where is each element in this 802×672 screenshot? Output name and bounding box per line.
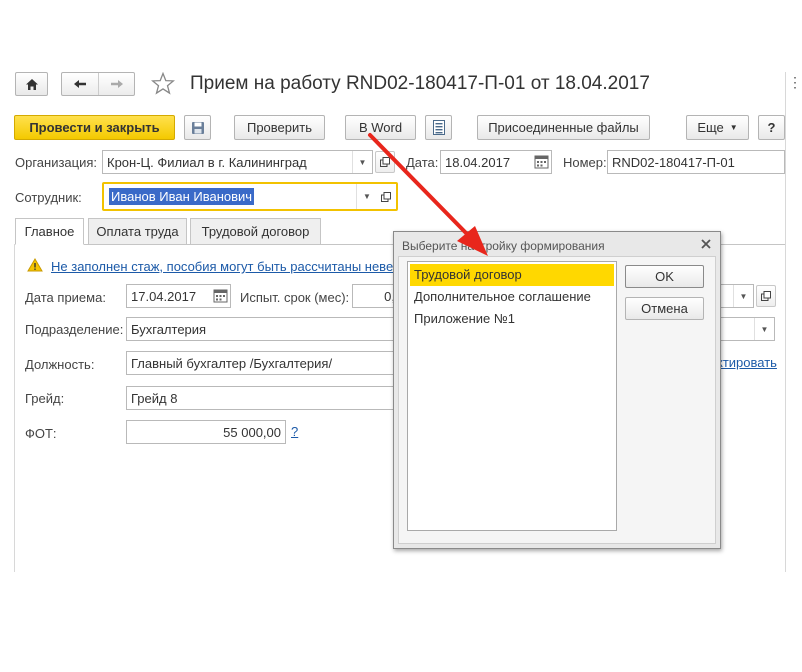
annotation-arrow (368, 133, 488, 256)
